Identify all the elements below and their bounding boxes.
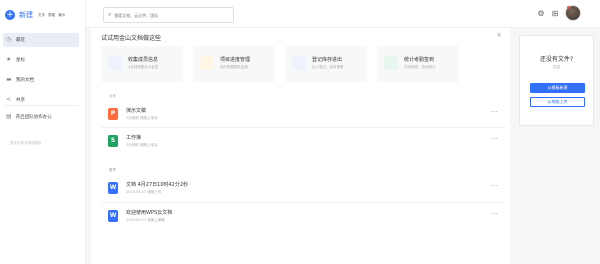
sidebar-item-label: 我的文档 (16, 78, 34, 83)
new-type-doc[interactable]: 文字 (38, 13, 45, 18)
new-button[interactable]: + 新建 (5, 10, 33, 20)
more-icon[interactable]: ··· (491, 211, 498, 218)
template-card[interactable]: 收集成员信息 1分钟收集示人会签 (101, 46, 183, 82)
file-meta: 2019.04.27 我随上传 (126, 190, 162, 194)
card-subtitle: 1分钟收集示人会签 (128, 65, 159, 69)
card-title: 收集成员信息 (128, 57, 159, 63)
team-collab-link[interactable]: ▤ 开启团队协作办公 (6, 113, 52, 120)
file-name: 欢迎使用WPS云文档 (126, 210, 173, 216)
spreadsheet-file-icon: S (108, 135, 118, 147)
card-title: 登记库存进出 (312, 57, 343, 63)
row-divider (101, 202, 506, 203)
section-label-earlier: 更早 (109, 168, 116, 172)
list-icon (200, 56, 214, 70)
section-label-today: 今天 (109, 94, 116, 98)
sidebar-item-label: 最近 (16, 38, 25, 43)
card-subtitle: 在线填表，自动统计 (404, 65, 436, 69)
file-row[interactable]: S 工作簿 2分钟前 我随上传动 ··· (101, 131, 506, 153)
document-file-icon: W (108, 210, 118, 222)
new-type-links: 文字 表格 演示 (38, 13, 65, 18)
panel-subtitle: 试试 (553, 65, 560, 69)
new-from-template-button[interactable]: 从模板新建 (530, 83, 585, 93)
sidebar: + 新建 文字 表格 演示 ◷ 最近 ★ 星标 ▬ 我的文档 < 共享 ▤ 开启… (0, 0, 86, 264)
file-meta: 2分钟前 我随上传动 (126, 116, 158, 120)
file-row[interactable]: W 文档 4月27日10时42分2秒 2019.04.27 我随上传 ··· (101, 178, 506, 200)
file-name: 演示文稿 (126, 108, 147, 114)
main-content: 试试用金山文档做这些 × 收集成员信息 1分钟收集示人会签 项目进度管理 实时掌… (91, 28, 510, 264)
upload-from-computer-button[interactable]: 从电脑上传 (530, 97, 585, 107)
warehouse-icon (292, 56, 306, 70)
sidebar-item-recent[interactable]: ◷ 最近 (3, 33, 79, 47)
sidebar-item-label: 星标 (16, 58, 25, 63)
template-card[interactable]: 统计考勤签到 在线填表，自动统计 (377, 46, 459, 82)
template-cards: 收集成员信息 1分钟收集示人会签 项目进度管理 实时掌握团队进度 登记库存进出 … (101, 46, 459, 82)
row-divider (101, 127, 506, 128)
plus-icon: + (5, 10, 15, 20)
checkin-icon (384, 56, 398, 70)
person-icon (108, 56, 122, 70)
sidebar-item-label: 共享 (16, 98, 25, 103)
team-collab-label: 开启团队协作办公 (15, 114, 52, 120)
card-subtitle: 出入登记，实时更新 (312, 65, 344, 69)
template-card[interactable]: 项目进度管理 实时掌握团队进度 (193, 46, 275, 82)
sidebar-nav: ◷ 最近 ★ 星标 ▬ 我的文档 < 共享 (3, 33, 79, 113)
notification-badge (567, 6, 570, 9)
card-subtitle: 实时掌握团队进度 (220, 65, 248, 69)
panel-title: 还没有文件? (539, 56, 574, 63)
empty-files-panel: 还没有文件? 试试 从模板新建 从电脑上传 (519, 35, 594, 126)
file-meta: 2019.04.27 我随上编辑 (126, 218, 165, 222)
file-row[interactable]: W 欢迎使用WPS云文档 2019.04.27 我随上编辑 ··· (101, 206, 506, 228)
star-icon: ★ (6, 56, 12, 63)
card-title: 统计考勤签到 (404, 57, 435, 63)
team-icon: ▤ (6, 113, 12, 120)
file-name: 工作簿 (126, 135, 142, 141)
team-empty-note: 暂无与你共享的团队 (10, 141, 42, 145)
card-title: 项目进度管理 (220, 57, 251, 63)
search-box[interactable]: ⌕ (103, 7, 234, 23)
close-icon[interactable]: × (496, 31, 502, 39)
apps-icon[interactable]: ⊞ (550, 9, 560, 19)
template-card[interactable]: 登记库存进出 出入登记，实时更新 (285, 46, 367, 82)
sidebar-divider (5, 105, 79, 106)
file-meta: 2分钟前 我随上传动 (126, 143, 158, 147)
new-button-label: 新建 (19, 11, 33, 19)
clock-icon: ◷ (6, 36, 12, 43)
folder-icon: ▬ (6, 76, 12, 83)
search-input[interactable] (114, 12, 225, 18)
file-row[interactable]: P 演示文稿 2分钟前 我随上传动 ··· (101, 104, 506, 126)
presentation-file-icon: P (108, 108, 118, 120)
new-type-slide[interactable]: 演示 (58, 13, 65, 18)
new-type-sheet[interactable]: 表格 (48, 13, 55, 18)
document-file-icon: W (108, 182, 118, 194)
top-bar: ⌕ ⚙ ⊞ (86, 0, 600, 28)
search-icon: ⌕ (108, 11, 112, 18)
share-icon: < (6, 96, 12, 103)
more-icon[interactable]: ··· (491, 109, 498, 116)
settings-icon[interactable]: ⚙ (536, 9, 546, 19)
file-name: 文档 4月27日10时42分2秒 (126, 182, 189, 188)
sidebar-item-starred[interactable]: ★ 星标 (3, 53, 79, 67)
sidebar-item-my-docs[interactable]: ▬ 我的文档 (3, 73, 79, 87)
more-icon[interactable]: ··· (491, 183, 498, 190)
more-icon[interactable]: ··· (491, 136, 498, 143)
try-title: 试试用金山文档做这些 (101, 35, 162, 42)
